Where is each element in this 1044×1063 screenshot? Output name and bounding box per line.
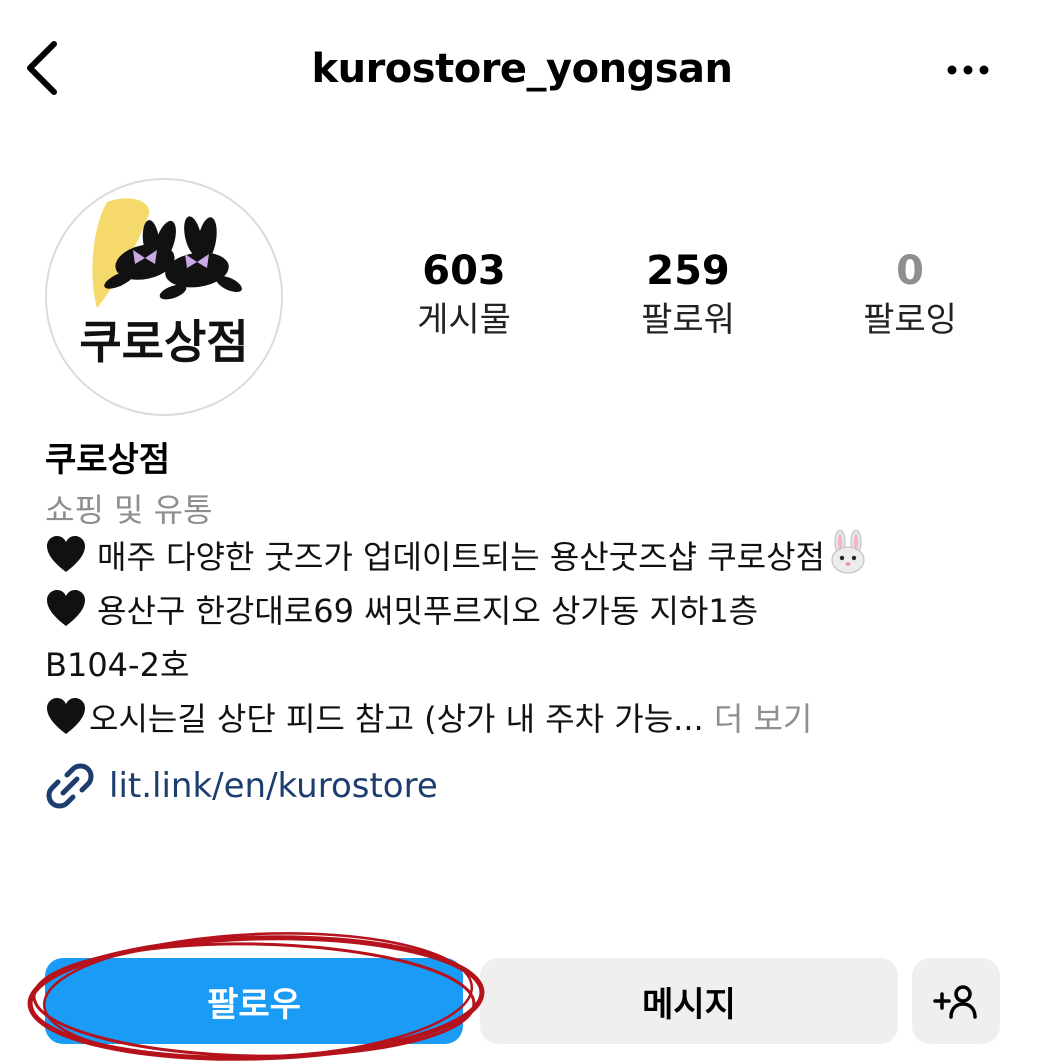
suggested-users-button[interactable] <box>912 958 1000 1044</box>
bio-line-4: 오시는길 상단 피드 참고 (상가 내 주차 가능... <box>89 700 704 738</box>
bio-line: B104-2호 <box>45 638 1025 692</box>
see-more-link[interactable]: 더 보기 <box>714 700 813 738</box>
posts-count: 603 <box>422 248 506 294</box>
stat-followers[interactable]: 259 팔로워 <box>588 246 788 344</box>
profile-category: 쇼핑 및 유통 <box>45 491 213 529</box>
following-label: 팔로잉 <box>863 300 957 340</box>
posts-label: 게시물 <box>417 300 511 340</box>
kuro-store-logo: 쿠로상점 <box>79 198 249 369</box>
bio: 매주 다양한 굿즈가 업데이트되는 용산굿즈샵 쿠로상점 용산구 한강대로69 … <box>45 530 1025 746</box>
bio-line-3: B104-2호 <box>45 646 190 684</box>
stat-posts[interactable]: 603 게시물 <box>364 246 564 344</box>
followers-label: 팔로워 <box>641 300 735 340</box>
display-name: 쿠로상점 <box>45 440 171 480</box>
stat-following[interactable]: 0 팔로잉 <box>810 246 1010 344</box>
profile-link-text: lit.link/en/kurostore <box>109 766 438 806</box>
link-icon <box>46 763 94 809</box>
bio-line: 매주 다양한 굿즈가 업데이트되는 용산굿즈샵 쿠로상점 <box>45 530 1025 584</box>
more-options-button[interactable] <box>938 46 1002 94</box>
black-heart-icon <box>47 590 85 626</box>
bio-line-1: 매주 다양한 굿즈가 업데이트되는 용산굿즈샵 쿠로상점 <box>97 538 825 576</box>
rabbit-face-icon <box>831 530 865 574</box>
following-count: 0 <box>896 248 924 294</box>
bio-line: 용산구 한강대로69 써밋푸르지오 상가동 지하1층 <box>45 584 1025 638</box>
followers-count: 259 <box>646 248 730 294</box>
profile-link[interactable]: lit.link/en/kurostore <box>45 758 438 814</box>
profile-username: kurostore_yongsan <box>311 46 734 92</box>
message-button[interactable]: 메시지 <box>480 958 898 1044</box>
black-heart-icon <box>47 698 85 734</box>
avatar[interactable]: 쿠로상점 <box>45 178 283 416</box>
svg-text:쿠로상점: 쿠로상점 <box>79 315 248 369</box>
more-horizontal-icon <box>947 65 989 75</box>
bio-line: 오시는길 상단 피드 참고 (상가 내 주차 가능... 더 보기 <box>45 692 1025 746</box>
add-person-icon <box>933 985 977 1019</box>
black-heart-icon <box>47 536 85 572</box>
bio-line-2: 용산구 한강대로69 써밋푸르지오 상가동 지하1층 <box>97 592 759 630</box>
follow-button[interactable]: 팔로우 <box>45 958 463 1044</box>
